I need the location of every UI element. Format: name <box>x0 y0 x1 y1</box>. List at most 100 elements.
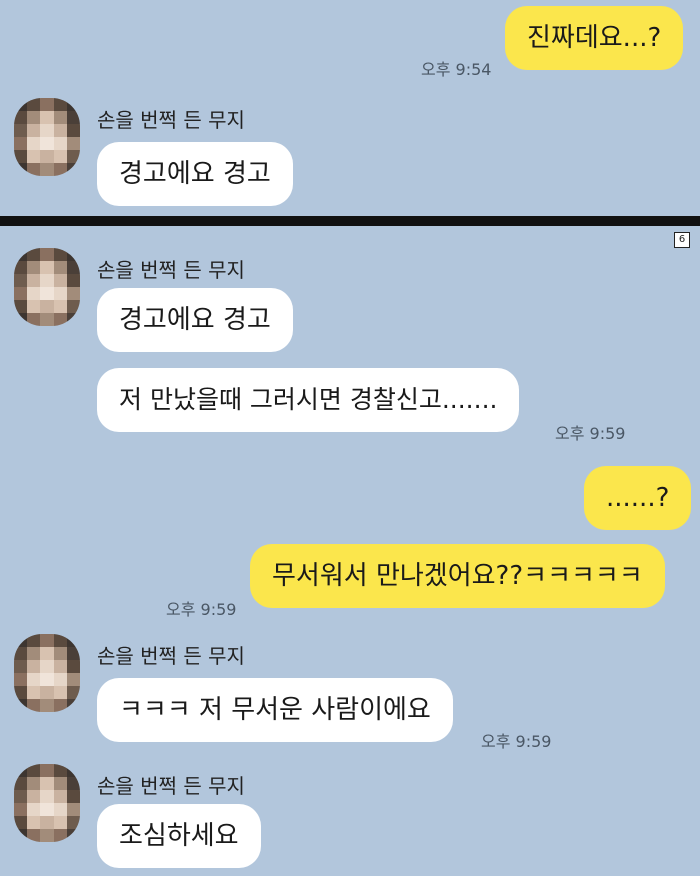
message-timestamp: 오후 9:59 <box>555 424 626 443</box>
avatar-mosaic-cell <box>66 274 80 287</box>
avatar-mosaic-cell <box>40 803 54 816</box>
avatar-mosaic-cell <box>14 660 28 673</box>
avatar-mosaic-cell <box>53 150 67 163</box>
avatar-mosaic-cell <box>40 287 54 300</box>
avatar-mosaic-cell <box>66 829 80 842</box>
avatar-mosaic-cell <box>40 673 54 686</box>
avatar-mosaic-cell <box>66 634 80 647</box>
incoming-message-bubble[interactable]: 경고에요 경고 <box>97 142 293 206</box>
avatar-mosaic-cell <box>27 300 41 313</box>
avatar-mosaic-cell <box>53 803 67 816</box>
avatar-mosaic-cell <box>14 287 28 300</box>
avatar-mosaic-cell <box>66 313 80 326</box>
avatar-mosaic-cell <box>14 261 28 274</box>
avatar-mosaic-cell <box>40 274 54 287</box>
avatar-mosaic-cell <box>66 790 80 803</box>
avatar-mosaic-cell <box>40 777 54 790</box>
avatar-mosaic-cell <box>66 163 80 176</box>
avatar-mosaic-cell <box>14 673 28 686</box>
incoming-message-bubble[interactable]: ㅋㅋㅋ 저 무서운 사람이에요 <box>97 678 453 742</box>
avatar-mosaic-cell <box>66 150 80 163</box>
avatar-mosaic-cell <box>66 124 80 137</box>
pixelated-profile-avatar-icon[interactable] <box>14 634 80 712</box>
avatar-mosaic-cell <box>53 313 67 326</box>
avatar-mosaic-cell <box>40 124 54 137</box>
avatar-mosaic-cell <box>27 647 41 660</box>
avatar-mosaic-cell <box>14 777 28 790</box>
avatar-mosaic-cell <box>53 163 67 176</box>
screenshot-divider <box>0 216 700 226</box>
avatar-mosaic-cell <box>27 261 41 274</box>
avatar-mosaic-cell <box>14 248 28 261</box>
avatar-mosaic-cell <box>14 137 28 150</box>
avatar-mosaic-cell <box>66 287 80 300</box>
avatar-mosaic-cell <box>40 150 54 163</box>
avatar-mosaic-cell <box>27 313 41 326</box>
incoming-message-bubble[interactable]: 저 만났을때 그러시면 경찰신고....... <box>97 368 520 432</box>
avatar-mosaic-cell <box>27 248 41 261</box>
avatar-mosaic-cell <box>53 274 67 287</box>
avatar-mosaic-cell <box>14 764 28 777</box>
avatar-mosaic-cell <box>14 111 28 124</box>
outgoing-message-bubble[interactable]: ......? <box>584 466 692 530</box>
avatar-mosaic-cell <box>53 686 67 699</box>
avatar-mosaic-cell <box>14 98 28 111</box>
avatar-mosaic-cell <box>40 634 54 647</box>
avatar-mosaic-cell <box>53 111 67 124</box>
avatar-mosaic-cell <box>53 660 67 673</box>
avatar-mosaic-cell <box>27 634 41 647</box>
incoming-message-bubble[interactable]: 조심하세요 <box>97 804 261 868</box>
pixelated-profile-avatar-icon[interactable] <box>14 248 80 326</box>
avatar-mosaic-cell <box>27 790 41 803</box>
avatar-mosaic-cell <box>40 313 54 326</box>
avatar-mosaic-cell <box>53 137 67 150</box>
avatar-mosaic-cell <box>53 287 67 300</box>
avatar-mosaic-cell <box>14 163 28 176</box>
avatar-mosaic-cell <box>40 686 54 699</box>
outgoing-message-bubble[interactable]: 무서워서 만나겠어요??ㅋㅋㅋㅋㅋ <box>250 544 665 608</box>
avatar-mosaic-cell <box>53 634 67 647</box>
page-number-badge: 6 <box>674 232 690 248</box>
avatar-mosaic-cell <box>27 660 41 673</box>
avatar-mosaic-cell <box>53 764 67 777</box>
avatar-mosaic-cell <box>40 699 54 712</box>
avatar-mosaic-cell <box>53 300 67 313</box>
avatar-mosaic-cell <box>66 673 80 686</box>
avatar-mosaic-cell <box>53 124 67 137</box>
avatar-mosaic-cell <box>14 274 28 287</box>
pixelated-profile-avatar-icon[interactable] <box>14 98 80 176</box>
avatar-mosaic-cell <box>40 111 54 124</box>
avatar-mosaic-cell <box>66 699 80 712</box>
avatar-mosaic-cell <box>40 829 54 842</box>
avatar-mosaic-cell <box>14 790 28 803</box>
avatar-mosaic-cell <box>40 261 54 274</box>
avatar-mosaic-cell <box>27 816 41 829</box>
avatar-mosaic-cell <box>66 111 80 124</box>
avatar-mosaic-cell <box>53 777 67 790</box>
avatar-mosaic-cell <box>53 829 67 842</box>
outgoing-message-bubble[interactable]: 진짜데요...? <box>505 6 684 70</box>
avatar-mosaic-cell <box>66 248 80 261</box>
avatar-mosaic-cell <box>40 98 54 111</box>
avatar-mosaic-cell <box>53 816 67 829</box>
message-timestamp: 오후 9:59 <box>481 732 552 751</box>
avatar-mosaic-cell <box>27 124 41 137</box>
avatar-mosaic-cell <box>40 816 54 829</box>
avatar-mosaic-cell <box>40 660 54 673</box>
avatar-mosaic-cell <box>66 300 80 313</box>
avatar-mosaic-cell <box>27 287 41 300</box>
avatar-mosaic-cell <box>27 803 41 816</box>
incoming-message-bubble[interactable]: 경고에요 경고 <box>97 288 293 352</box>
avatar-mosaic-cell <box>27 764 41 777</box>
message-timestamp: 오후 9:54 <box>421 60 492 79</box>
avatar-mosaic-cell <box>27 829 41 842</box>
sender-name: 손을 번쩍 든 무지 <box>97 108 245 132</box>
avatar-mosaic-cell <box>40 248 54 261</box>
avatar-mosaic-cell <box>27 274 41 287</box>
sender-name: 손을 번쩍 든 무지 <box>97 774 245 798</box>
avatar-mosaic-cell <box>66 764 80 777</box>
avatar-mosaic-cell <box>14 803 28 816</box>
pixelated-profile-avatar-icon[interactable] <box>14 764 80 842</box>
avatar-mosaic-cell <box>53 699 67 712</box>
avatar-mosaic-cell <box>66 137 80 150</box>
